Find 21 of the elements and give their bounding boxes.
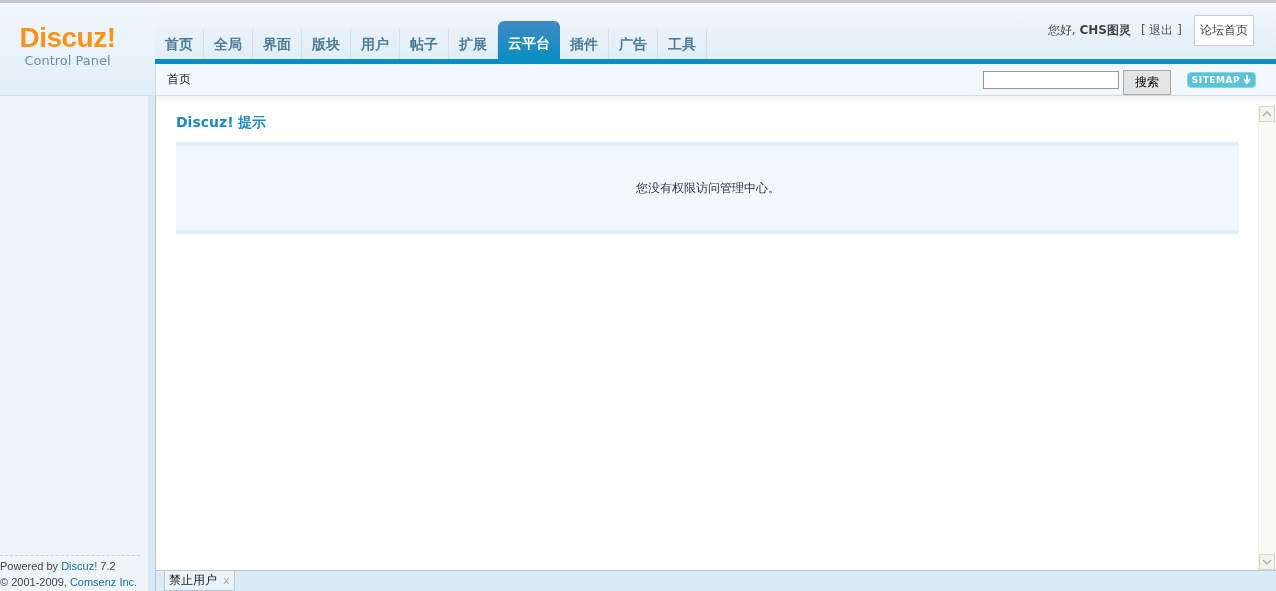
down-arrow-icon xyxy=(1243,75,1251,84)
forum-home-button[interactable]: 论坛首页 xyxy=(1194,15,1254,46)
discuz-link[interactable]: Discuz! xyxy=(61,560,98,572)
logo: Discuz! Control Panel xyxy=(19,23,116,69)
close-icon[interactable]: x xyxy=(223,574,230,587)
scrollbar[interactable] xyxy=(1258,104,1276,570)
powered-by-text: Powered by Discuz! 7.2 xyxy=(0,559,117,574)
search-field[interactable] xyxy=(982,70,1119,89)
company-link[interactable]: Comsenz Inc. xyxy=(69,576,138,588)
search-button[interactable]: 搜索 xyxy=(1122,70,1171,95)
sitemap-button[interactable]: SITEMAP xyxy=(1186,71,1256,88)
notice-message: 您没有权限访问管理中心。 xyxy=(635,179,780,197)
scroll-down-icon[interactable] xyxy=(1259,554,1275,570)
notice-title: Discuz! 提示 xyxy=(176,114,268,132)
open-page-tab[interactable]: 禁止用户 x xyxy=(164,571,235,591)
scroll-up-icon[interactable] xyxy=(1259,106,1275,122)
logout-link[interactable]: [ 退出 ] xyxy=(1141,22,1182,39)
copyright-text: © 2001-2009, Comsenz Inc. xyxy=(0,575,139,590)
nav-tab[interactable]: 云平台 xyxy=(498,21,560,59)
breadcrumb-link[interactable]: 首页 xyxy=(167,71,191,88)
greeting-text: 您好, CHS图灵 xyxy=(1047,22,1131,39)
